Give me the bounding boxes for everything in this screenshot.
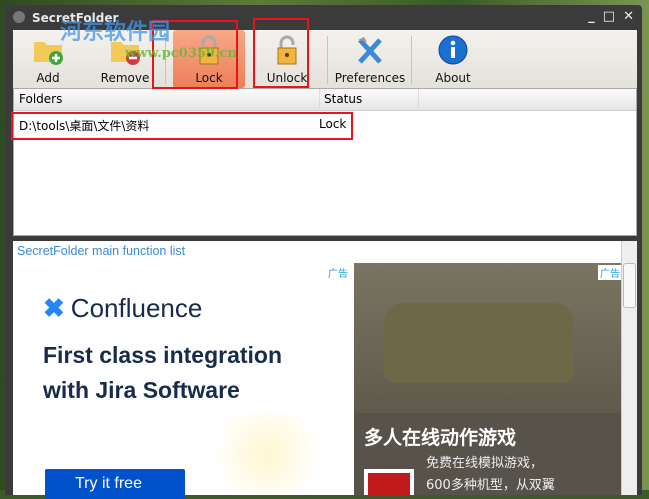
list-header: Folders Status — [14, 89, 636, 111]
highlight-row — [11, 112, 353, 140]
ad-headline-2: with Jira Software — [43, 377, 240, 403]
ad-confluence[interactable]: 广告 ✖ Confluence First class integration wi… — [17, 263, 350, 499]
game-desc-2: 600多种机型，从双翼 — [426, 478, 555, 493]
ad-brand: Confluence — [70, 293, 203, 323]
plug-illustration — [187, 413, 347, 495]
app-window: SecretFolder _ □ ✕ Add Remove Lock Unloc… — [5, 5, 642, 499]
ad-tag: 广告 — [328, 269, 348, 280]
scrollbar-thumb[interactable] — [623, 263, 636, 308]
about-button[interactable]: About — [423, 30, 483, 88]
info-icon — [438, 35, 468, 65]
app-icon — [13, 11, 25, 23]
column-status[interactable]: Status — [319, 89, 419, 111]
about-label: About — [435, 71, 471, 85]
function-list-link[interactable]: SecretFolder main function list — [17, 244, 185, 258]
folder-list[interactable]: Folders Status D:\tools\桌面\文件\资料 Lock — [13, 88, 637, 236]
remove-label: Remove — [100, 71, 150, 85]
try-free-button[interactable]: Try it free — [45, 469, 185, 499]
confluence-logo-icon: ✖ — [43, 293, 65, 323]
close-button[interactable]: ✕ — [623, 9, 634, 24]
vertical-scrollbar[interactable] — [621, 241, 637, 495]
remove-button[interactable]: Remove — [89, 30, 161, 88]
highlight-lock — [152, 20, 238, 89]
game-icon — [364, 469, 414, 495]
window-title: SecretFolder — [32, 11, 119, 25]
game-title: 多人在线动作游戏 — [364, 427, 517, 449]
highlight-unlock — [253, 18, 309, 88]
preferences-label: Preferences — [334, 71, 406, 85]
tank-image — [354, 263, 622, 413]
toolbar: Add Remove Lock Unlock Preferences About — [13, 30, 637, 88]
ad-tag: 广告 — [598, 265, 622, 280]
preferences-button[interactable]: Preferences — [331, 30, 409, 88]
add-button[interactable]: Add — [17, 30, 79, 88]
minimize-button[interactable]: _ — [588, 9, 595, 24]
remove-folder-icon — [111, 42, 140, 65]
game-desc-1: 免费在线模拟游戏， — [426, 456, 544, 471]
maximize-button[interactable]: □ — [603, 9, 615, 24]
column-folders[interactable]: Folders — [19, 92, 62, 106]
add-folder-icon — [34, 42, 63, 65]
web-panel: SecretFolder main function list 广告 ✖ Conf… — [13, 241, 637, 499]
ad-headline-1: First class integration — [43, 342, 283, 368]
add-label: Add — [36, 71, 60, 85]
title-bar: SecretFolder _ □ ✕ — [5, 5, 642, 30]
ad-game[interactable]: 广告 多人在线动作游戏 免费在线模拟游戏， 600多种机型，从双翼 — [354, 263, 622, 495]
tools-icon — [358, 37, 382, 64]
